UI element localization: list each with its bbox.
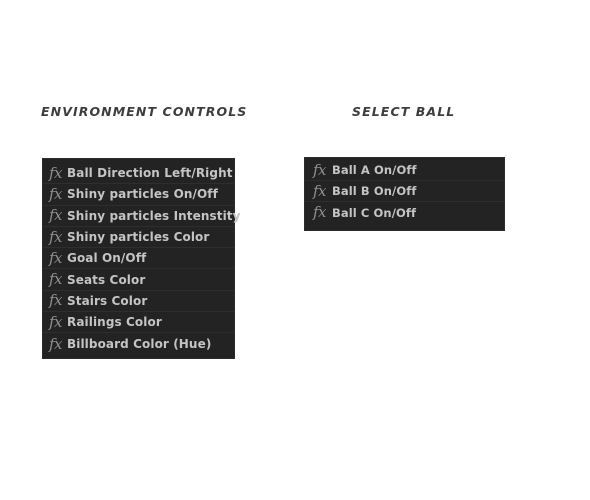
- effect-label: Ball Direction Left/Right: [67, 166, 233, 181]
- effect-label: Ball B On/Off: [332, 184, 417, 198]
- fx-icon: fx: [48, 312, 63, 331]
- fx-icon: fx: [48, 184, 63, 203]
- effect-label: Shiny particles Intenstity: [67, 208, 241, 223]
- effect-item-shiny-particles-intensity[interactable]: fx Shiny particles Intenstity: [43, 206, 240, 227]
- fx-icon: fx: [312, 203, 327, 221]
- effect-item-shiny-particles-color[interactable]: fx Shiny particles Color: [43, 227, 234, 249]
- environment-controls-panel: fx Ball Direction Left/Right fx Shiny pa…: [42, 158, 240, 359]
- fx-icon: fx: [48, 270, 63, 289]
- effect-item-goal-toggle[interactable]: fx Goal On/Off: [43, 248, 234, 270]
- effect-label: Railings Color: [67, 315, 162, 330]
- effect-label: Ball C On/Off: [332, 205, 417, 220]
- effect-item-seats-color[interactable]: fx Seats Color: [43, 269, 234, 291]
- effect-label: Seats Color: [67, 272, 146, 287]
- effect-item-ball-direction[interactable]: fx Ball Direction Left/Right: [43, 163, 234, 185]
- effect-label: Shiny particles On/Off: [67, 187, 218, 202]
- effect-item-ball-a-toggle[interactable]: fx Ball A On/Off: [305, 160, 504, 181]
- effect-item-stairs-color[interactable]: fx Stairs Color: [43, 291, 234, 313]
- effect-item-ball-b-toggle[interactable]: fx Ball B On/Off: [305, 181, 504, 202]
- fx-icon: fx: [312, 160, 327, 179]
- fx-icon: fx: [48, 206, 63, 225]
- effect-label: Billboard Color (Hue): [67, 337, 212, 352]
- effect-label: Goal On/Off: [67, 251, 147, 266]
- effect-item-billboard-color[interactable]: fx Billboard Color (Hue): [43, 333, 234, 354]
- effect-item-railings-color[interactable]: fx Railings Color: [43, 312, 234, 334]
- effect-item-ball-c-toggle[interactable]: fx Ball C On/Off: [305, 202, 504, 223]
- environment-controls-heading: ENVIRONMENT CONTROLS: [41, 104, 248, 119]
- fx-icon: fx: [312, 181, 327, 200]
- fx-icon: fx: [48, 248, 63, 267]
- select-ball-heading: SELECT BALL: [352, 104, 456, 119]
- effect-label: Shiny particles Color: [67, 230, 210, 245]
- fx-icon: fx: [48, 163, 63, 182]
- effect-item-shiny-particles-toggle[interactable]: fx Shiny particles On/Off: [43, 184, 234, 206]
- fx-icon: fx: [48, 227, 63, 246]
- effect-label: Ball A On/Off: [332, 163, 417, 177]
- select-ball-panel: fx Ball A On/Off fx Ball B On/Off fx Bal…: [304, 157, 505, 231]
- effect-label: Stairs Color: [67, 293, 148, 308]
- fx-icon: fx: [48, 334, 63, 353]
- fx-icon: fx: [48, 291, 63, 310]
